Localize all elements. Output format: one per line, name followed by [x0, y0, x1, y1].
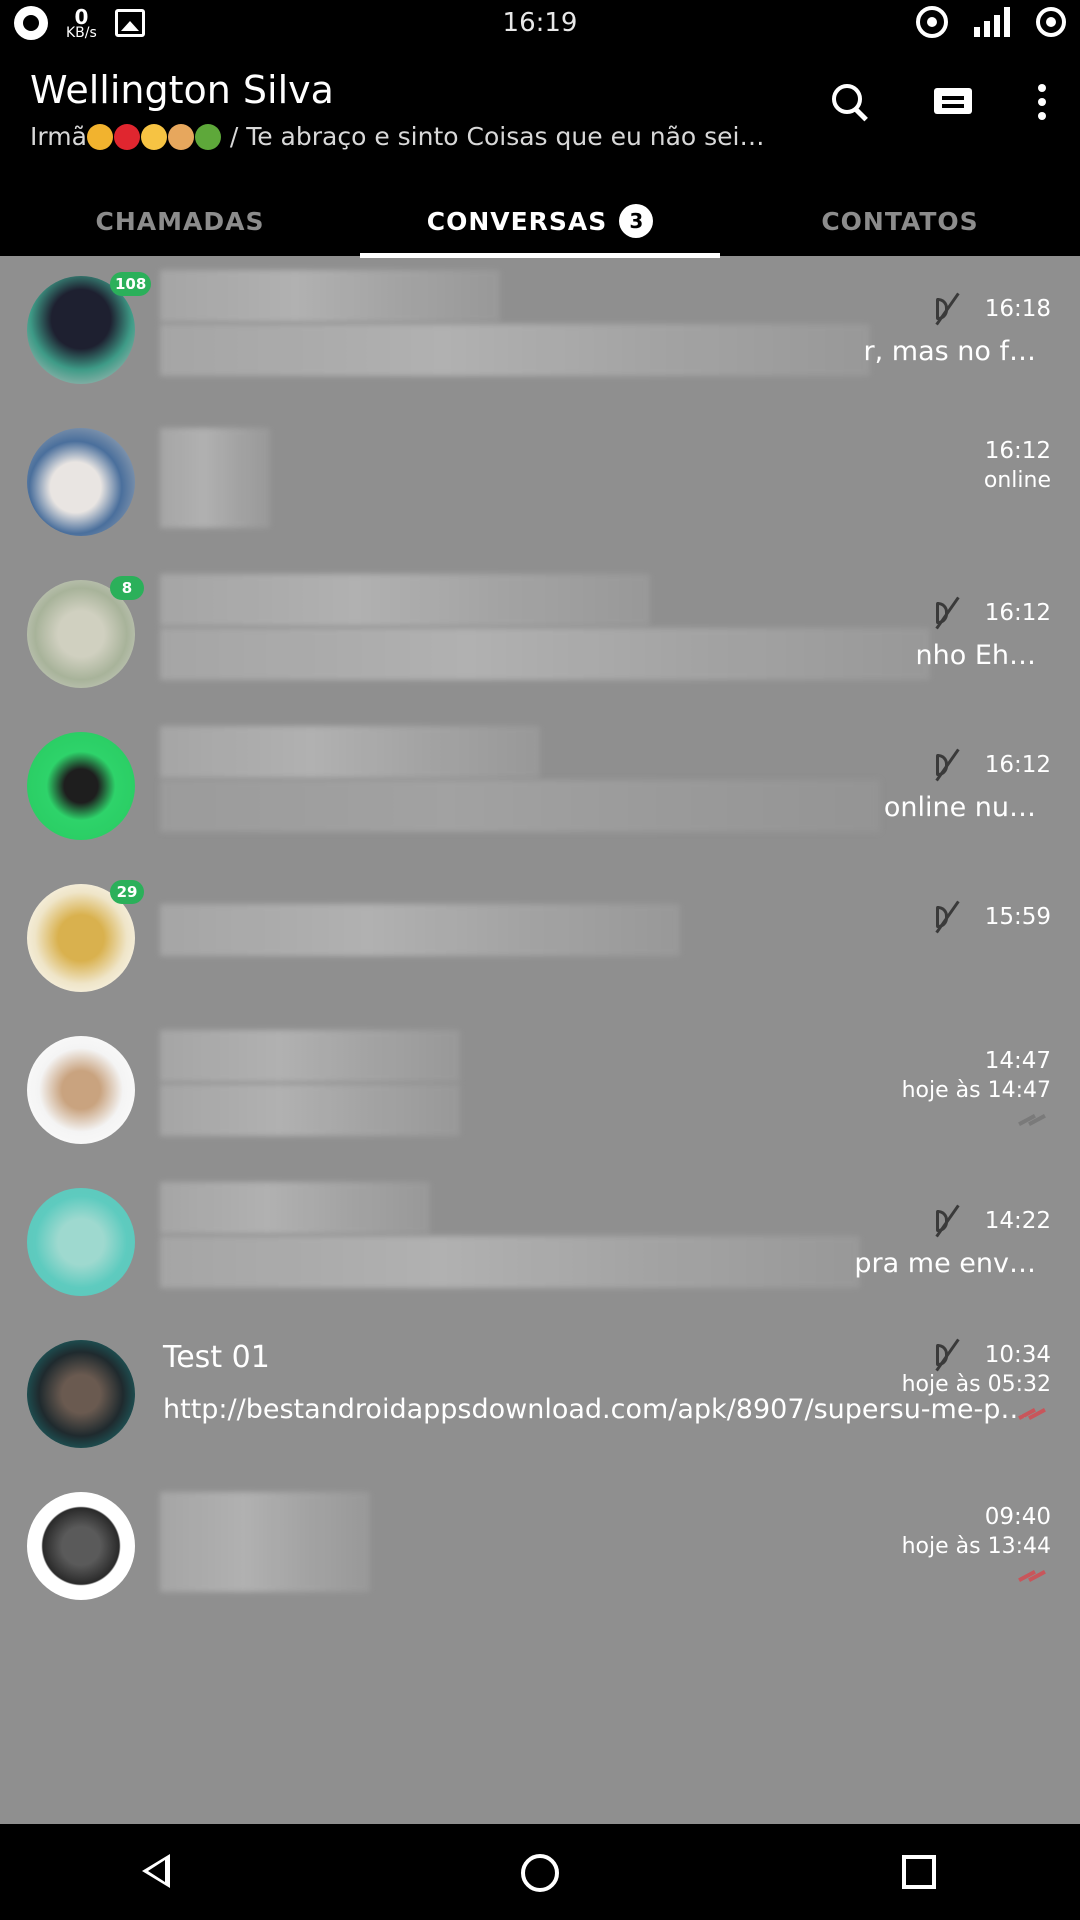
home-icon[interactable] [521, 1854, 559, 1892]
person-emoji-icon [167, 124, 194, 150]
chat-time: 14:22 [984, 1208, 1051, 1234]
unread-badge: 29 [110, 880, 144, 904]
chat-name: Test 01 [163, 1340, 270, 1375]
navigation-bar [0, 1824, 1080, 1920]
tab-chamadas[interactable]: CHAMADAS [0, 186, 360, 256]
redacted-name [160, 726, 540, 778]
read-check-icon [1016, 1408, 1048, 1424]
chat-time: 09:40 [984, 1504, 1051, 1530]
avatar[interactable] [27, 1340, 135, 1448]
redacted-name [160, 270, 500, 322]
chat-time: 16:18 [984, 296, 1051, 322]
profile-title[interactable]: Wellington Silva [30, 68, 334, 112]
message-preview: http://bestandroidappsdownload.com/apk/8… [163, 1394, 1028, 1425]
message-preview: nho Eh… [915, 640, 1037, 671]
tab-bar: CHAMADAS CONVERSAS 3 CONTATOS [0, 186, 1080, 258]
message-preview: online nu… [883, 792, 1036, 823]
chat-row[interactable]: pra me env… 14:22 [0, 1168, 1080, 1320]
unread-badge: 108 [110, 272, 152, 296]
muted-icon [934, 748, 960, 782]
chat-row[interactable]: 14:47 hoje às 14:47 [0, 1016, 1080, 1168]
last-seen: hoje às 14:47 [901, 1078, 1051, 1103]
toolbar-actions [828, 80, 1052, 124]
tab-contatos[interactable]: CONTATOS [720, 186, 1080, 256]
muted-icon [934, 900, 960, 934]
avatar[interactable] [27, 1188, 135, 1296]
read-check-icon [1016, 1570, 1048, 1586]
last-seen: hoje às 05:32 [901, 1372, 1051, 1397]
chat-time: 14:47 [984, 1048, 1051, 1074]
smiling-emoji-icon [140, 124, 167, 150]
chat-row[interactable]: online nu… 16:12 [0, 712, 1080, 864]
muted-icon [934, 1204, 960, 1238]
chat-time: 10:34 [984, 1342, 1051, 1368]
chat-row[interactable]: 16:12 online [0, 408, 1080, 560]
recents-icon[interactable] [902, 1855, 936, 1889]
avatar[interactable] [27, 732, 135, 840]
redacted-name [160, 904, 680, 956]
redacted-name [160, 1030, 460, 1082]
tab-label: CONVERSAS [426, 206, 608, 236]
message-preview: r, mas no f… [863, 336, 1036, 367]
status-prefix: Irmã [30, 122, 87, 151]
tab-label: CONTATOS [821, 206, 979, 236]
unread-count-badge: 3 [619, 204, 654, 238]
avatar[interactable] [27, 428, 135, 536]
status-text: / Te abraço e sinto Coisas que eu não se… [221, 122, 765, 151]
chat-row[interactable]: 108 r, mas no f… 16:18 [0, 256, 1080, 408]
chat-row[interactable]: 29 15:59 [0, 864, 1080, 1016]
chat-row[interactable]: 8 nho Eh… 16:12 [0, 560, 1080, 712]
redacted-name [160, 1182, 430, 1234]
chat-row[interactable]: 09:40 hoje às 13:44 [0, 1472, 1080, 1624]
signal-icon [974, 7, 1010, 37]
redacted-message [160, 1084, 460, 1136]
redacted-name [160, 428, 270, 528]
last-seen: hoje às 13:44 [901, 1534, 1051, 1559]
chat-time: 15:59 [984, 904, 1051, 930]
redacted-message [160, 780, 880, 832]
redacted-name [160, 574, 650, 626]
tab-conversas[interactable]: CONVERSAS 3 [360, 186, 720, 258]
heart-eyes-emoji-icon [86, 124, 113, 150]
unread-badge: 8 [110, 576, 144, 600]
battery-icon [1036, 7, 1066, 37]
chat-time: 16:12 [984, 438, 1051, 464]
redacted-name [160, 1492, 370, 1592]
profile-status[interactable]: Irmã / Te abraço e sinto Coisas que eu n… [30, 122, 765, 151]
chat-status: online [983, 468, 1051, 493]
status-right-icons [916, 6, 1066, 38]
new-chat-icon[interactable] [930, 80, 974, 124]
redacted-message [160, 324, 870, 376]
avatar[interactable] [27, 1036, 135, 1144]
search-icon[interactable] [828, 80, 872, 124]
muted-icon [934, 292, 960, 326]
redacted-message [160, 1236, 860, 1288]
red-heart-emoji-icon [113, 124, 140, 150]
message-preview: pra me env… [854, 1248, 1036, 1279]
leaf-emoji-icon [194, 124, 221, 150]
chat-time: 16:12 [984, 600, 1051, 626]
more-options-icon[interactable] [1032, 80, 1052, 124]
chat-time: 16:12 [984, 752, 1051, 778]
tab-label: CHAMADAS [95, 206, 265, 236]
muted-icon [934, 596, 960, 630]
redacted-message [160, 628, 930, 680]
back-icon[interactable] [142, 1854, 170, 1888]
avatar[interactable] [27, 1492, 135, 1600]
status-bar: 0 KB/s 16:19 [0, 0, 1080, 48]
delivered-check-icon [1016, 1114, 1048, 1130]
app-bar: Wellington Silva Irmã / Te abraço e sint… [0, 48, 1080, 258]
muted-icon [934, 1338, 960, 1372]
hotspot-icon [916, 6, 948, 38]
chat-row[interactable]: Test 01 http://bestandroidappsdownload.c… [0, 1320, 1080, 1472]
